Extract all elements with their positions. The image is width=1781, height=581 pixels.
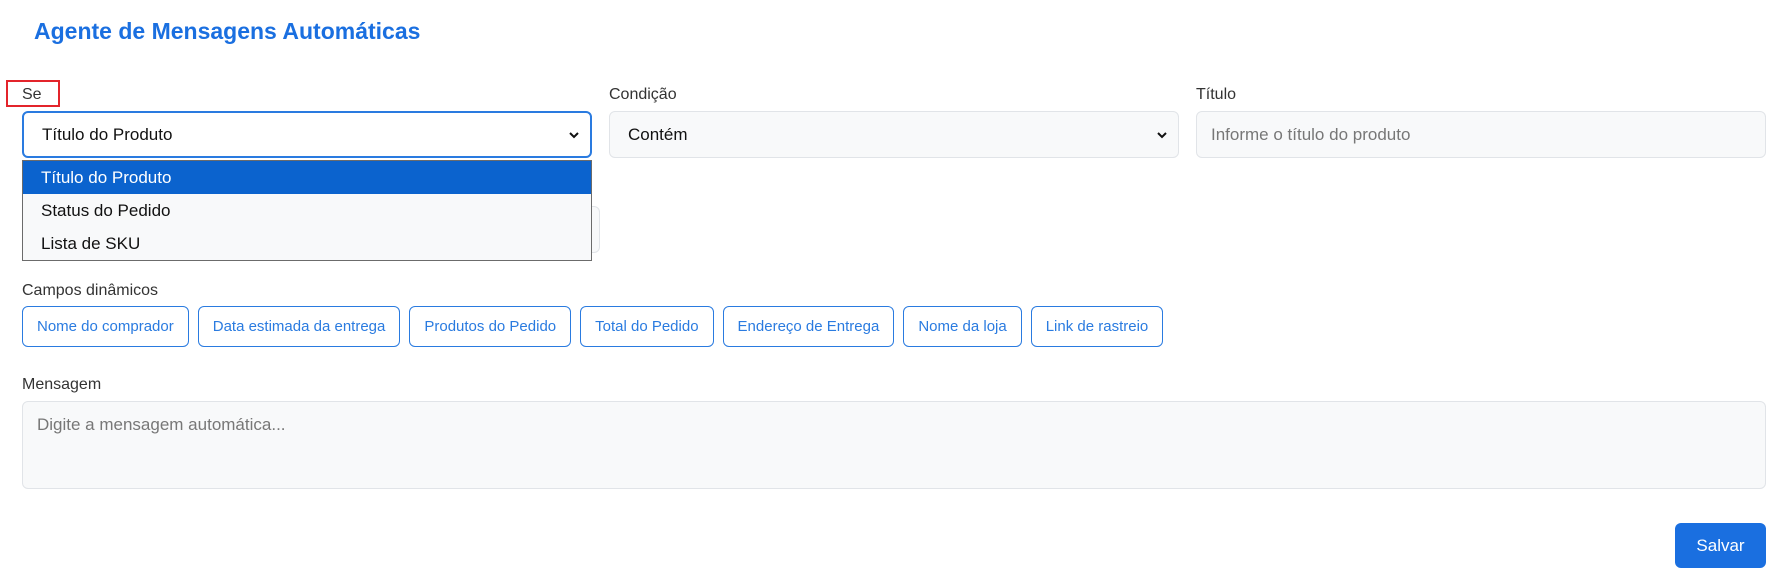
chip-order-products[interactable]: Produtos do Pedido — [409, 306, 572, 347]
condition-select-value: Contém — [628, 124, 688, 144]
page-title: Agente de Mensagens Automáticas — [34, 18, 421, 44]
message-textarea[interactable]: Digite a mensagem automática... — [22, 401, 1766, 489]
chip-store-name[interactable]: Nome da loja — [903, 306, 1022, 347]
message-label: Mensagem — [22, 376, 102, 393]
chip-buyer-name[interactable]: Nome do comprador — [22, 306, 189, 347]
title-input-placeholder: Informe o título do produto — [1211, 124, 1411, 144]
dropdown-option[interactable]: Título do Produto — [23, 161, 591, 194]
dynamic-fields-label: Campos dinâmicos — [22, 282, 159, 299]
dynamic-fields-chips: Nome do comprador Data estimada da entre… — [22, 306, 1164, 347]
if-field-label: Se — [22, 86, 42, 103]
chip-delivery-address[interactable]: Endereço de Entrega — [722, 306, 895, 347]
chip-estimated-delivery[interactable]: Data estimada da entrega — [197, 306, 401, 347]
condition-field-label: Condição — [609, 86, 677, 103]
title-input[interactable]: Informe o título do produto — [1196, 111, 1766, 158]
chip-order-total[interactable]: Total do Pedido — [580, 306, 714, 347]
if-select-dropdown: Título do Produto Status do Pedido Lista… — [22, 160, 592, 261]
message-placeholder: Digite a mensagem automática... — [37, 415, 286, 434]
chevron-down-icon — [569, 131, 579, 138]
chevron-down-icon — [1157, 131, 1167, 138]
if-select[interactable]: Título do Produto — [22, 111, 592, 158]
if-select-value: Título do Produto — [42, 124, 173, 144]
dropdown-option[interactable]: Lista de SKU — [23, 227, 591, 260]
condition-select[interactable]: Contém — [609, 111, 1179, 158]
chip-tracking-link[interactable]: Link de rastreio — [1030, 306, 1164, 347]
message-agent-page: Agente de Mensagens Automáticas Se Títul… — [0, 0, 1781, 581]
title-field-label: Título — [1196, 86, 1237, 103]
save-button[interactable]: Salvar — [1675, 523, 1766, 568]
dropdown-option[interactable]: Status do Pedido — [23, 194, 591, 227]
